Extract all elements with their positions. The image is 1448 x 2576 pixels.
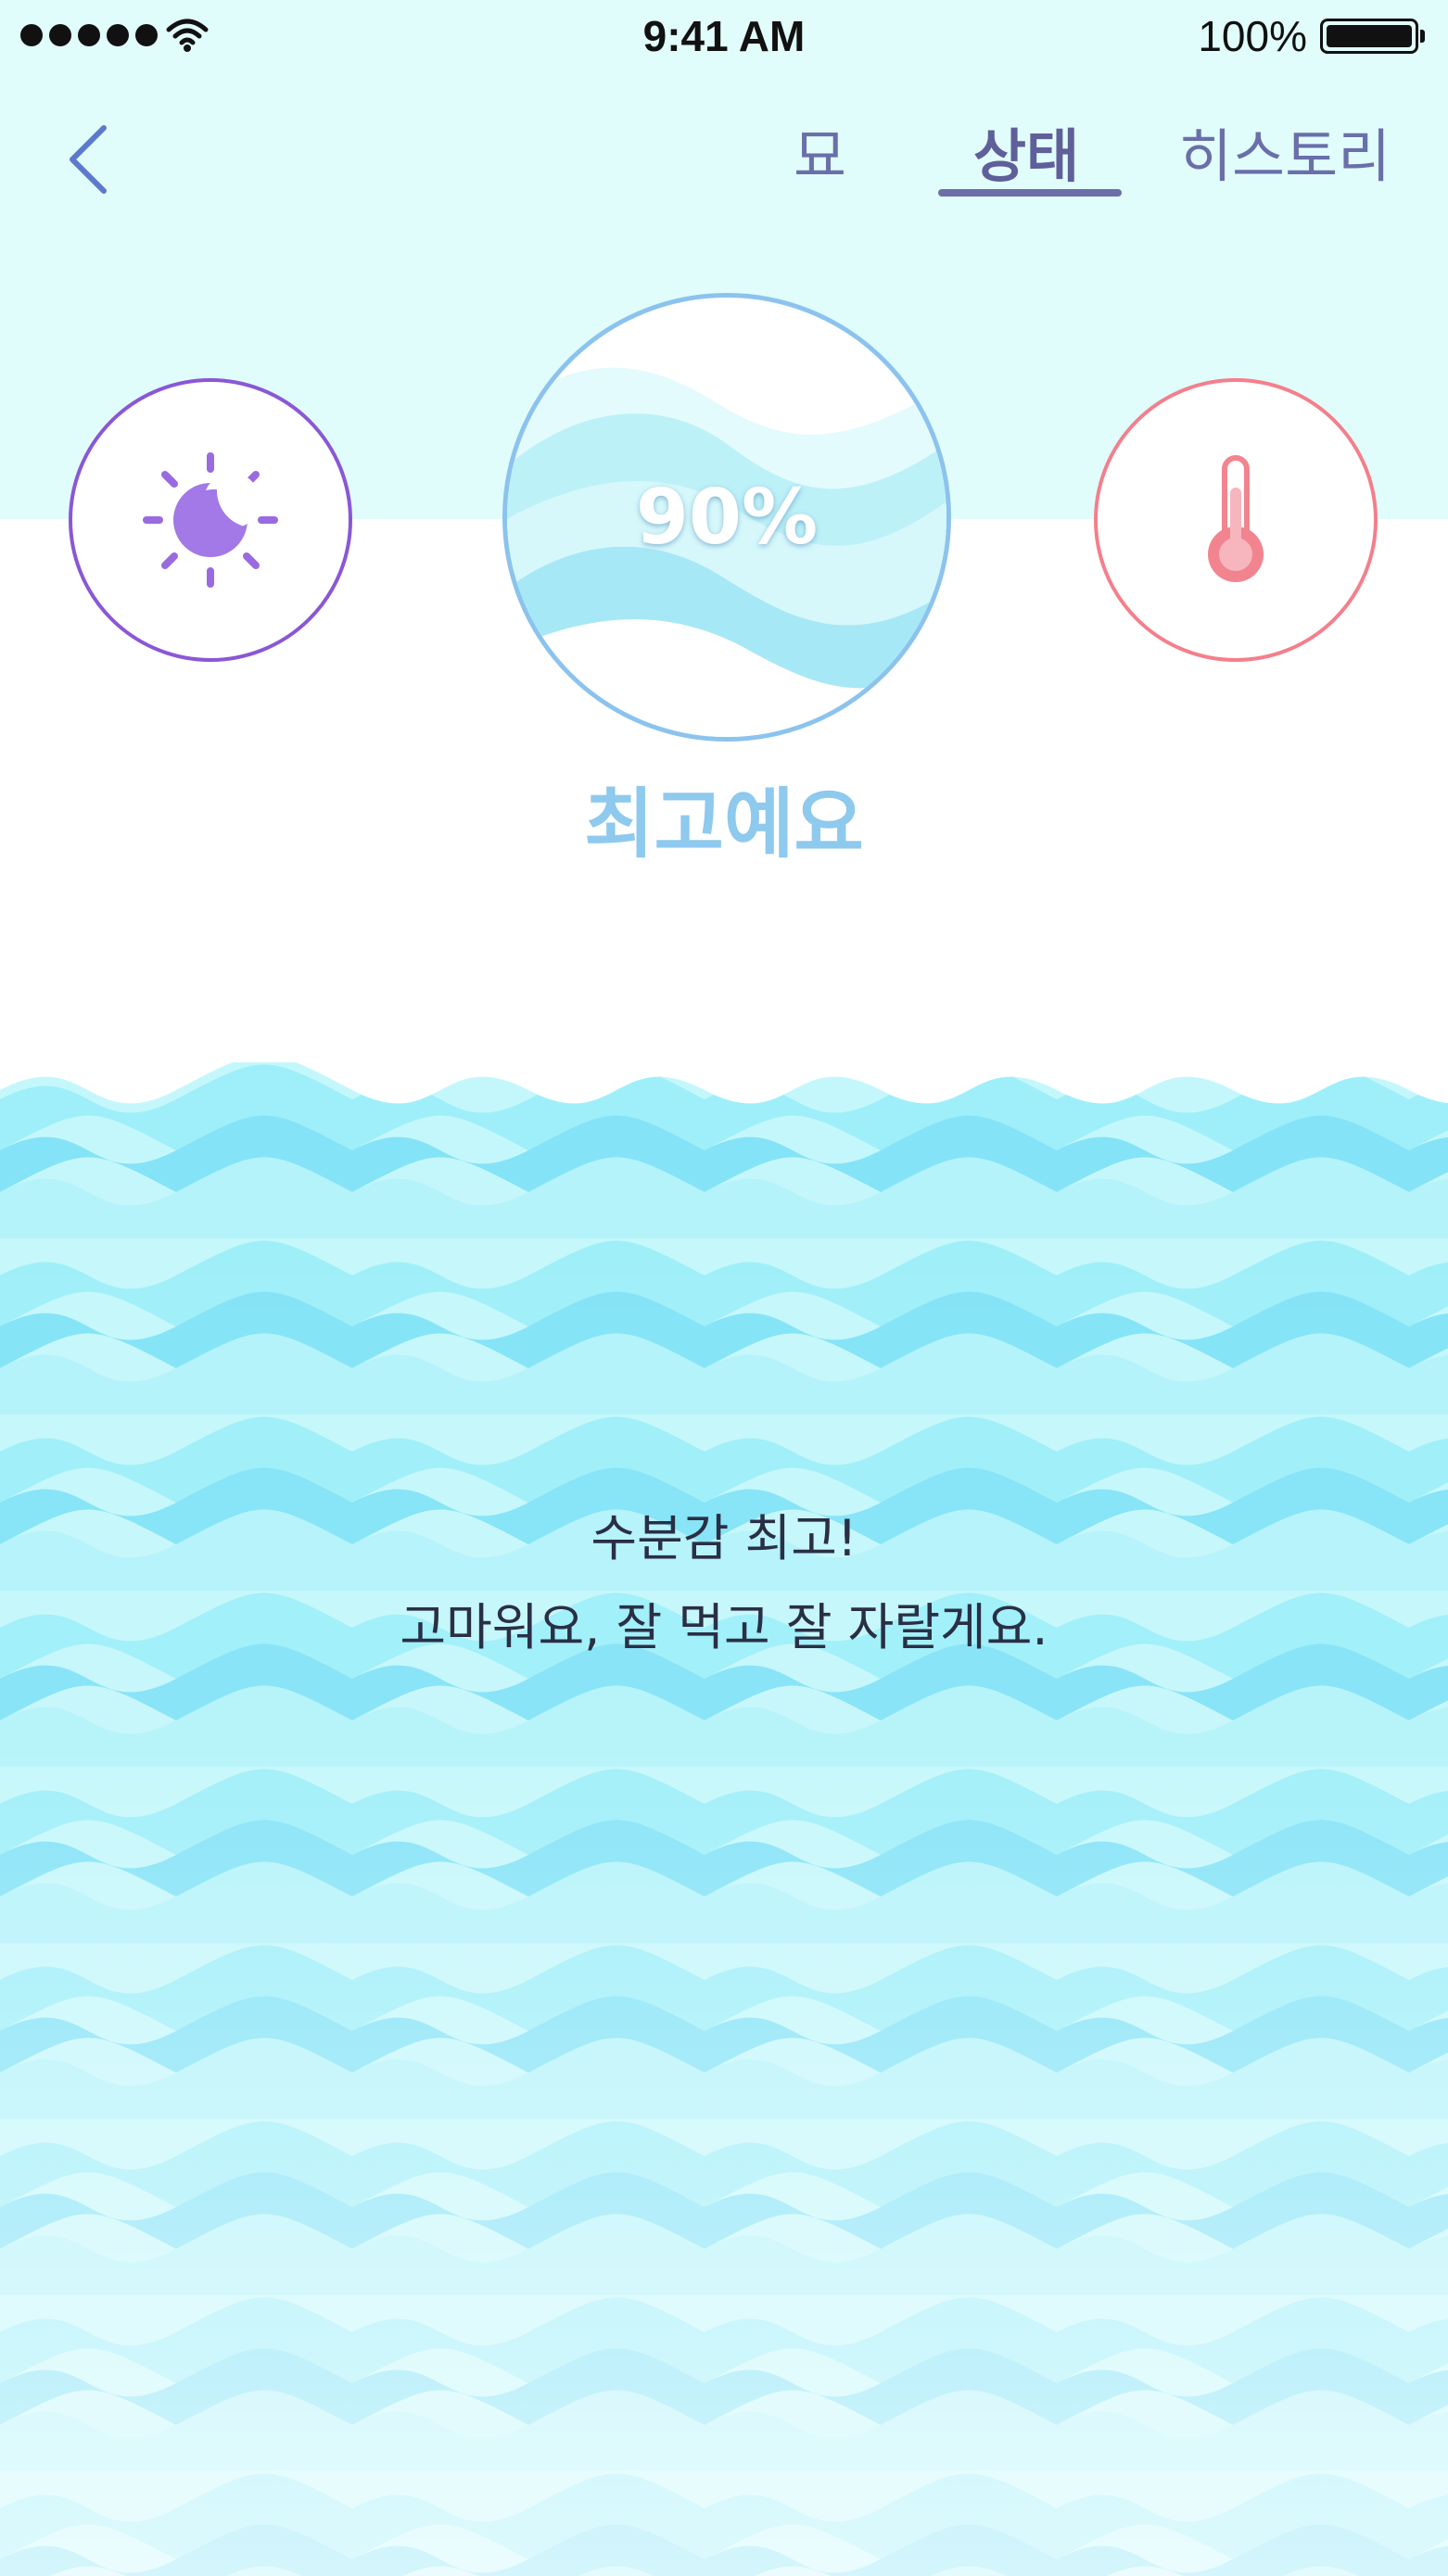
moisture-percentage: 90% [635,474,819,562]
active-tab-indicator [938,189,1122,197]
message-line-1: 수분감 최고! [591,1509,857,1567]
moisture-gauge[interactable]: 90% [502,293,951,742]
wave-background [0,1062,1448,2576]
message-line-2: 고마워요, 잘 먹고 잘 자랄게요. [400,1598,1048,1656]
light-sensor-button[interactable] [69,378,352,662]
moisture-message: 수분감 최고! 고마워요, 잘 먹고 잘 자랄게요. [0,1494,1448,1672]
tab-history[interactable]: 히스토리 [1179,109,1391,193]
thermometer-icon [1208,455,1264,582]
chevron-left-icon [70,125,107,194]
sun-moon-icon [143,452,278,588]
battery-icon [1320,19,1425,54]
status-bar: 9:41 AM 100% [0,0,1448,74]
battery-percentage: 100% [1198,12,1307,60]
back-button[interactable] [57,115,122,204]
temperature-sensor-button[interactable] [1094,378,1378,662]
moisture-status-label: 최고예요 [584,780,864,869]
tab-feed[interactable]: 묘 [794,109,846,193]
tab-status[interactable]: 상태 [973,109,1079,193]
